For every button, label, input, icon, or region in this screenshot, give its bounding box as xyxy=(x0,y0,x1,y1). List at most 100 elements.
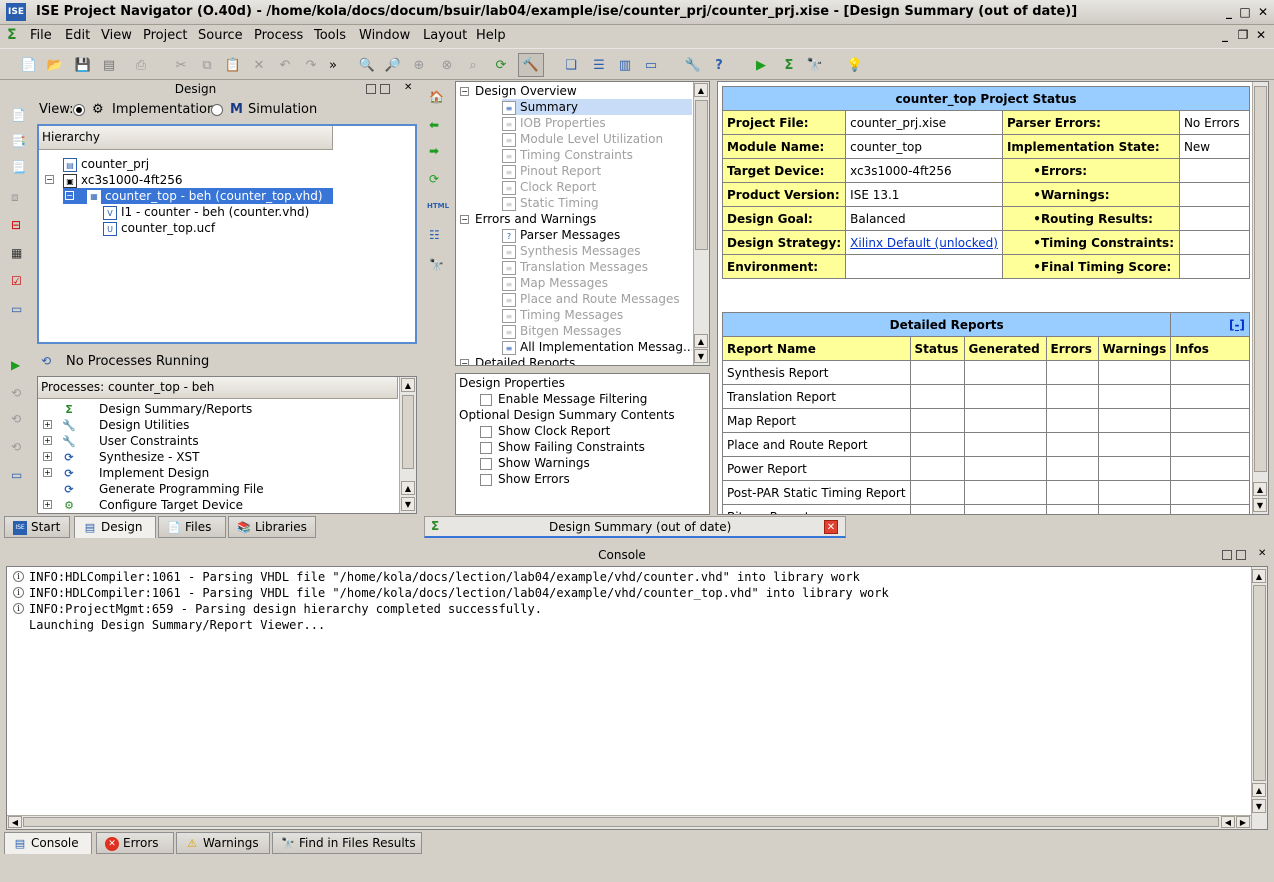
mdi-minimize-button[interactable]: _ xyxy=(1218,28,1232,42)
hierarchy-header[interactable]: Hierarchy xyxy=(39,126,333,150)
menu-layout[interactable]: Layout xyxy=(423,28,467,43)
copy-icon[interactable]: ⧉ xyxy=(198,56,216,74)
save-icon[interactable]: 💾 xyxy=(74,56,92,74)
overview-item[interactable]: ≡ Module Level Utilization xyxy=(502,131,663,147)
overview-item[interactable]: ≡ Timing Constraints xyxy=(502,147,633,163)
design-summary-icon[interactable]: 🔨 xyxy=(518,53,544,77)
enable-filter-checkbox-row[interactable]: Enable Message Filtering xyxy=(480,392,647,406)
zoom-out-icon[interactable]: 🔎 xyxy=(384,56,402,74)
report-row[interactable]: Translation Report xyxy=(722,384,1250,409)
scroll-thumb[interactable] xyxy=(1254,86,1267,472)
cut-icon[interactable]: ✂ xyxy=(172,56,190,74)
tab-design[interactable]: ▤ Design xyxy=(74,516,156,538)
pane-float-icon[interactable] xyxy=(366,84,376,94)
window-icon[interactable]: ▭ xyxy=(11,468,22,482)
tree-item-project[interactable]: ▤ counter_prj xyxy=(63,156,149,172)
tab-warnings[interactable]: ⚠ Warnings xyxy=(176,832,270,854)
menu-process[interactable]: Process xyxy=(254,28,303,43)
check-icon[interactable]: ☑ xyxy=(11,274,22,288)
close-button[interactable]: ✕ xyxy=(1256,5,1270,19)
open-folder-icon[interactable]: 📂 xyxy=(46,56,64,74)
overview-item[interactable]: − Errors and Warnings xyxy=(460,211,596,227)
pane-float-icon[interactable] xyxy=(1222,550,1232,560)
add-source-icon[interactable]: 📄 xyxy=(11,108,26,122)
add-copy-icon[interactable]: 📑 xyxy=(11,134,26,148)
lightbulb-icon[interactable]: 💡 xyxy=(846,56,864,74)
save-all-icon[interactable]: ▤ xyxy=(100,56,118,74)
tree-item-i1[interactable]: V I1 - counter - beh (counter.vhd) xyxy=(103,204,309,220)
collapse-toggle-icon[interactable]: − xyxy=(460,87,469,96)
option-errors[interactable]: Show Errors xyxy=(480,472,570,486)
help-query-icon[interactable]: ? xyxy=(710,56,728,74)
menu-tools[interactable]: Tools xyxy=(314,28,346,43)
process-scrollbar[interactable]: ▲ ▲ ▼ xyxy=(399,377,416,513)
tab-libraries[interactable]: 📚 Libraries xyxy=(228,516,316,538)
menu-file[interactable]: File xyxy=(30,28,52,43)
windows-icon[interactable]: ▭ xyxy=(642,56,660,74)
menu-view[interactable]: View xyxy=(101,28,132,43)
scroll-thumb[interactable] xyxy=(1253,585,1266,781)
run-icon[interactable]: ▶ xyxy=(752,56,770,74)
rerun-all-icon[interactable]: ⟲ xyxy=(11,412,21,426)
tab-find-results[interactable]: 🔭 Find in Files Results xyxy=(272,832,422,854)
scroll-up-arrow[interactable]: ▲ xyxy=(694,334,708,348)
redo-icon[interactable]: ↷ xyxy=(302,56,320,74)
scroll-right-arrow[interactable]: ▶ xyxy=(1236,816,1250,828)
scroll-down-arrow[interactable]: ▼ xyxy=(1253,498,1267,512)
scroll-up-arrow[interactable]: ▲ xyxy=(1252,569,1266,583)
report-row[interactable]: Map Report xyxy=(722,408,1250,433)
telescope-icon[interactable]: 🔭 xyxy=(806,56,824,74)
overview-item[interactable]: ≡ Synthesis Messages xyxy=(502,243,641,259)
overview-item[interactable]: ≡ All Implementation Messag... xyxy=(502,339,692,355)
scroll-thumb[interactable] xyxy=(402,395,414,469)
refresh-summary-icon[interactable]: ⟳ xyxy=(429,172,439,186)
design-strategy-link[interactable]: Xilinx Default (unlocked) xyxy=(850,236,998,250)
maximize-button[interactable]: □ xyxy=(1238,5,1252,19)
overview-item[interactable]: ? Parser Messages xyxy=(502,227,620,243)
overview-item[interactable]: ≡ Static Timing xyxy=(502,195,599,211)
collapse-toggle-icon[interactable]: − xyxy=(45,175,54,184)
scroll-left-arrow[interactable]: ◀ xyxy=(1221,816,1235,828)
checklist-icon[interactable]: ☷ xyxy=(429,228,440,242)
tab-console[interactable]: ▤ Console xyxy=(4,832,92,854)
stop-icon[interactable]: ⟲ xyxy=(11,440,21,454)
checkbox[interactable] xyxy=(480,393,492,406)
scroll-down-arrow[interactable]: ▼ xyxy=(1252,799,1266,813)
menu-edit[interactable]: Edit xyxy=(65,28,90,43)
overview-item[interactable]: ≡ Clock Report xyxy=(502,179,596,195)
implementation-radio[interactable] xyxy=(73,104,85,116)
overview-item[interactable]: ≡ Pinout Report xyxy=(502,163,601,179)
checkbox[interactable] xyxy=(480,457,492,470)
menu-project[interactable]: Project xyxy=(143,28,187,43)
simulation-radio[interactable] xyxy=(211,104,223,116)
report-row[interactable]: Power Report xyxy=(722,456,1250,481)
report-row[interactable]: Synthesis Report xyxy=(722,360,1250,385)
delete-icon[interactable]: ✕ xyxy=(250,56,268,74)
expand-toggle-icon[interactable]: + xyxy=(43,452,52,461)
layout-icon[interactable]: ▭ xyxy=(11,302,22,316)
scroll-up-arrow[interactable]: ▲ xyxy=(694,83,708,97)
process-item[interactable]: + 🔧 Design Utilities xyxy=(38,417,398,433)
checkbox[interactable] xyxy=(480,425,492,438)
tree-item-ucf[interactable]: Ucounter_top.ucf xyxy=(103,220,215,236)
process-item[interactable]: + ⟳ Implement Design xyxy=(38,465,398,481)
option-warnings[interactable]: Show Warnings xyxy=(480,456,590,470)
menu-window[interactable]: Window xyxy=(359,28,410,43)
tab-start[interactable]: ISE Start xyxy=(4,516,70,538)
option-failing-constraints[interactable]: Show Failing Constraints xyxy=(480,440,645,454)
collapse-link[interactable]: [-] xyxy=(1170,312,1250,337)
new-source-icon[interactable]: 📃 xyxy=(11,160,26,174)
report-row[interactable]: Post-PAR Static Timing Report xyxy=(722,480,1250,505)
paste-icon[interactable]: 📋 xyxy=(224,56,242,74)
process-item[interactable]: Σ Design Summary/Reports xyxy=(38,401,398,417)
tile-horizontal-icon[interactable]: ☰ xyxy=(590,56,608,74)
properties-icon[interactable]: ▦ xyxy=(11,246,22,260)
run-process-icon[interactable]: ▶ xyxy=(11,358,20,372)
tab-errors[interactable]: ✕ Errors xyxy=(96,832,174,854)
processes-header[interactable]: Processes: counter_top - beh xyxy=(38,377,398,399)
print-icon[interactable]: ⎙ xyxy=(132,56,150,74)
zoom-select-icon[interactable]: ⊗ xyxy=(438,56,456,74)
home-icon[interactable]: 🏠 xyxy=(429,90,444,104)
process-item[interactable]: ⟳ Generate Programming File xyxy=(38,481,398,497)
expand-toggle-icon[interactable]: + xyxy=(43,436,52,445)
